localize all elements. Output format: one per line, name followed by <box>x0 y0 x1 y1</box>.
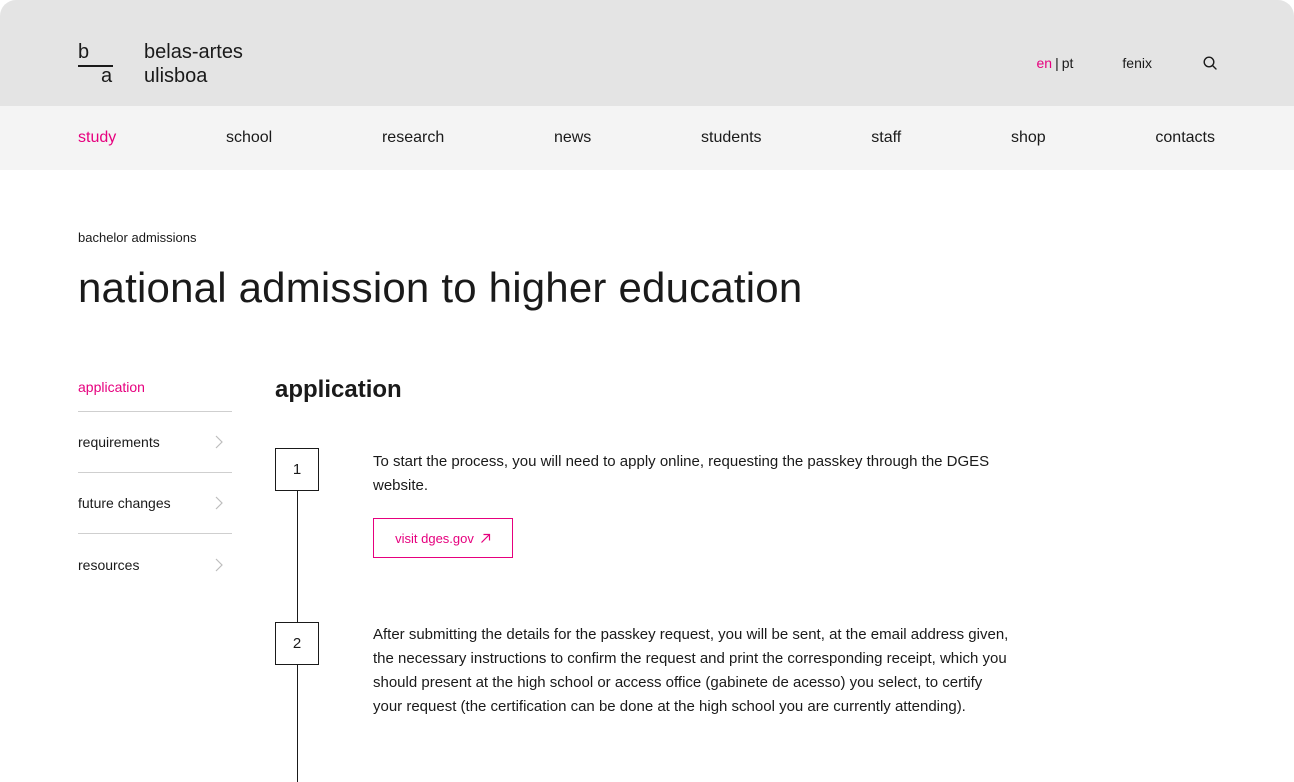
fenix-link[interactable]: fenix <box>1122 55 1152 71</box>
timeline-line <box>297 490 298 622</box>
logo-mark-bottom: a <box>101 65 113 87</box>
nav-item-school[interactable]: school <box>226 129 272 147</box>
logo-name-line1: belas-artes <box>144 41 243 63</box>
external-link-arrow-icon <box>480 533 490 543</box>
step-number-box: 2 <box>275 622 319 665</box>
section-title: application <box>275 376 402 403</box>
nav-item-students[interactable]: students <box>701 129 761 147</box>
search-button[interactable] <box>1202 55 1218 71</box>
timeline-line <box>297 665 298 782</box>
top-bar: b a belas-artes ulisboa en | pt fenix <box>0 0 1294 106</box>
nav-item-study[interactable]: study <box>78 129 116 147</box>
lang-separator: | <box>1055 55 1059 71</box>
sidebar-item-label: future changes <box>78 495 171 511</box>
search-icon <box>1203 56 1217 70</box>
top-utilities: en | pt fenix <box>1037 55 1218 71</box>
main-nav: study school research news students staf… <box>0 106 1294 170</box>
nav-item-research[interactable]: research <box>382 129 444 147</box>
sidebar-item-label: application <box>78 378 145 395</box>
step-description: After submitting the details for the pas… <box>373 626 1009 715</box>
nav-item-staff[interactable]: staff <box>871 129 901 147</box>
site-logo[interactable]: b a belas-artes ulisboa <box>78 40 243 88</box>
nav-item-news[interactable]: news <box>554 129 591 147</box>
sidebar-item-application[interactable]: application <box>78 362 232 412</box>
sidebar-item-label: requirements <box>78 434 160 450</box>
chevron-right-icon <box>215 558 223 571</box>
step-number: 1 <box>292 461 302 478</box>
language-switcher: en | pt <box>1037 55 1074 71</box>
sidebar-item-label: resources <box>78 556 140 573</box>
sidebar-item-resources[interactable]: resources <box>78 534 232 595</box>
breadcrumb[interactable]: bachelor admissions <box>78 230 197 245</box>
step-description: To start the process, you will need to a… <box>373 453 990 494</box>
lang-pt-link[interactable]: pt <box>1062 55 1074 71</box>
visit-dges-button[interactable]: visit dges.gov <box>373 518 513 558</box>
sidebar-item-future-changes[interactable]: future changes <box>78 473 232 534</box>
page-frame: b a belas-artes ulisboa en | pt fenix st… <box>0 0 1294 782</box>
nav-item-shop[interactable]: shop <box>1011 129 1046 147</box>
page-title: national admission to higher education <box>78 264 803 311</box>
step-number-box: 1 <box>275 448 319 491</box>
logo-text: belas-artes ulisboa <box>144 40 243 88</box>
step-number: 2 <box>292 635 302 652</box>
logo-name-line2: ulisboa <box>144 65 208 87</box>
sidebar-item-requirements[interactable]: requirements <box>78 412 232 473</box>
chevron-right-icon <box>215 496 223 510</box>
lang-en-link[interactable]: en <box>1037 55 1053 71</box>
nav-item-contacts[interactable]: contacts <box>1155 129 1215 147</box>
chevron-right-icon <box>215 435 223 449</box>
visit-dges-label: visit dges.gov <box>395 530 474 546</box>
logo-mark: b a <box>78 40 114 88</box>
section-sidebar: application requirements future changes … <box>78 362 232 595</box>
logo-mark-top: b <box>78 41 90 63</box>
